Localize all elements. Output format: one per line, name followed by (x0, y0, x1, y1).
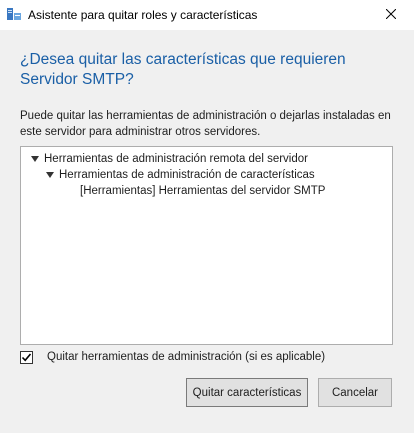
remove-features-button[interactable]: Quitar características (186, 378, 308, 407)
remove-tools-label: Quitar herramientas de administración (s… (47, 351, 326, 363)
dialog-content: ¿Desea quitar las características que re… (0, 30, 414, 433)
cancel-button[interactable]: Cancelar (318, 378, 392, 407)
title-bar: Asistente para quitar roles y caracterís… (0, 0, 414, 30)
remove-tools-checkbox[interactable] (20, 350, 33, 364)
close-icon (385, 6, 397, 24)
expand-arrow-icon[interactable] (29, 151, 41, 167)
tree-item-label: Herramientas de administración de caract… (59, 169, 315, 181)
dialog-description: Puede quitar las herramientas de adminis… (20, 110, 391, 138)
close-button[interactable] (368, 0, 414, 30)
checkmark-icon (21, 352, 32, 361)
window-title: Asistente para quitar roles y caracterís… (28, 8, 258, 22)
tree-item[interactable]: Herramientas de administración de caract… (44, 167, 315, 183)
tree-item-label: Herramientas de administración remota de… (44, 153, 308, 165)
tree-item-label: [Herramientas] Herramientas del servidor… (80, 185, 326, 197)
tree-item[interactable]: [Herramientas] Herramientas del servidor… (80, 183, 325, 199)
expand-arrow-icon[interactable] (44, 167, 56, 183)
tree-item[interactable]: Herramientas de administración remota de… (29, 151, 308, 167)
features-tree[interactable]: Herramientas de administración remota de… (20, 146, 393, 345)
remove-tools-option[interactable]: Quitar herramientas de administración (s… (20, 348, 325, 366)
server-manager-icon (6, 6, 22, 22)
dialog-heading: ¿Desea quitar las características que re… (20, 51, 346, 88)
